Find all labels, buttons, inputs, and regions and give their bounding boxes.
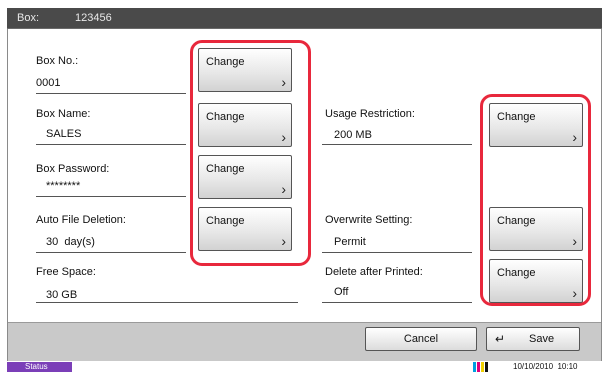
divider: [322, 144, 472, 145]
enter-icon: ↵: [495, 332, 506, 346]
status-button[interactable]: Status: [7, 362, 72, 372]
auto-file-deletion-label: Auto File Deletion:: [36, 214, 126, 226]
status-datetime: 10/10/2010 10:10: [513, 362, 578, 371]
divider: [36, 252, 186, 253]
delete-after-printed-label: Delete after Printed:: [325, 266, 423, 278]
usage-restriction-label: Usage Restriction:: [325, 108, 415, 120]
divider: [36, 302, 298, 303]
highlight-outline: [480, 94, 591, 306]
free-space-label: Free Space:: [36, 266, 96, 278]
free-space-value: 30 GB: [46, 289, 78, 301]
box-no-value: 0001: [36, 77, 61, 89]
save-button[interactable]: ↵ Save: [486, 327, 580, 351]
usage-restriction-value: 200 MB: [334, 129, 372, 141]
overwrite-setting-value: Permit: [334, 236, 366, 248]
box-name-value: SALES: [46, 128, 82, 140]
overwrite-setting-label: Overwrite Setting:: [325, 214, 413, 226]
divider: [322, 252, 472, 253]
divider: [36, 144, 186, 145]
title-label: Box:: [17, 12, 40, 24]
title-bar: Box: 123456: [7, 8, 602, 29]
delete-after-printed-value: Off: [334, 286, 349, 298]
toner-level-icon: [473, 362, 488, 372]
cancel-button[interactable]: Cancel: [365, 327, 477, 351]
divider: [36, 196, 186, 197]
save-button-label: Save: [529, 333, 555, 345]
box-password-label: Box Password:: [36, 163, 110, 175]
divider: [36, 93, 186, 94]
box-no-label: Box No.:: [36, 55, 79, 67]
highlight-outline: [190, 40, 311, 266]
title-box-number: 123456: [75, 12, 112, 24]
auto-file-deletion-value: 30 day(s): [46, 236, 95, 248]
divider: [322, 302, 472, 303]
box-password-value: ********: [46, 180, 81, 192]
box-name-label: Box Name:: [36, 108, 91, 120]
